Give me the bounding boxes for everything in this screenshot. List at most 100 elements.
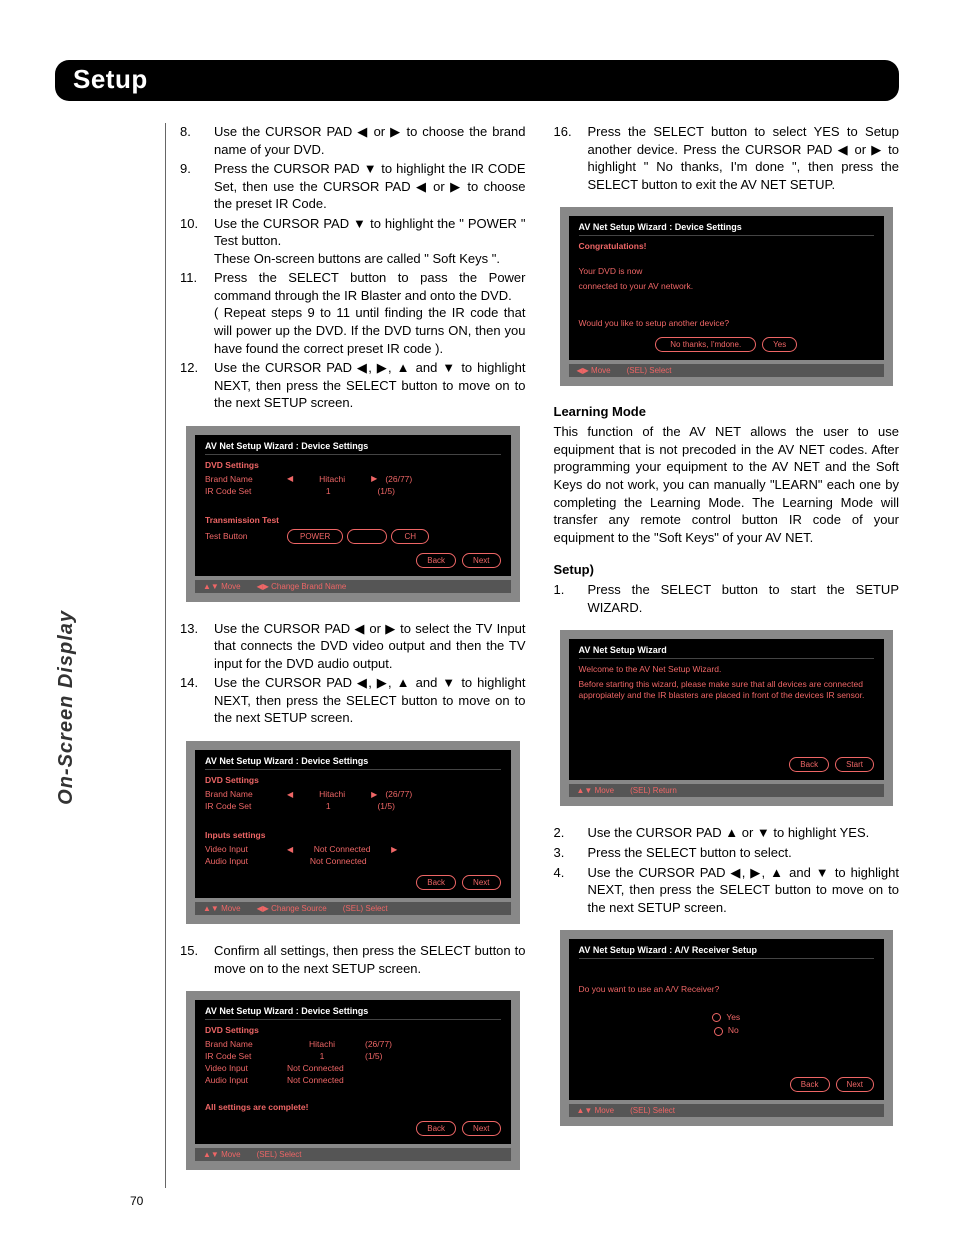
heading-learning-mode: Learning Mode	[554, 404, 900, 419]
osd-label: Brand Name	[205, 474, 283, 484]
osd-value: Not Connected	[287, 1063, 501, 1073]
step-item: 10.Use the CURSOR PAD ▼ to highlight the…	[180, 215, 526, 268]
step-num: 16.	[554, 123, 580, 193]
step-text: Press the SELECT button to select YES to…	[588, 123, 900, 193]
step-num: 9.	[180, 160, 206, 213]
osd-footer: ▲▼ Move ◀▶ Change Source (SEL) Select	[195, 902, 511, 915]
osd-title: AV Net Setup Wizard	[579, 645, 875, 659]
osd-value: Hitachi	[297, 474, 367, 484]
heading-setup: Setup)	[554, 562, 900, 577]
page: Setup On-Screen Display 8.Use the CURSOR…	[0, 0, 954, 1228]
step-text: Press the SELECT button to select.	[588, 844, 900, 862]
steps-list: 16. Press the SELECT button to select YES…	[554, 123, 900, 193]
steps-list: 8.Use the CURSOR PAD ◀ or ▶ to choose th…	[180, 123, 526, 412]
osd-label: Video Input	[205, 1063, 283, 1073]
footer-return: (SEL) Return	[630, 786, 677, 795]
osd-label: IR Code Set	[205, 801, 283, 811]
osd-row-ircode: IR Code Set 1 (1/5)	[205, 485, 501, 497]
osd-instructions: Before starting this wizard, please make…	[579, 679, 875, 701]
osd-label: Test Button	[205, 531, 283, 541]
osd-value: Hitachi	[287, 1039, 357, 1049]
osd-title: AV Net Setup Wizard : Device Settings	[579, 222, 875, 236]
osd-label: Audio Input	[205, 1075, 283, 1085]
osd-index: (1/5)	[373, 801, 500, 811]
osd-label: Audio Input	[205, 856, 283, 866]
osd-value: 1	[287, 1051, 357, 1061]
spacer	[367, 486, 369, 495]
step-text: Press the SELECT button to start the SET…	[588, 581, 900, 616]
step-item: 1.Press the SELECT button to start the S…	[554, 581, 900, 616]
step-num: 14.	[180, 674, 206, 727]
steps-list: 13.Use the CURSOR PAD ◀ or ▶ to select t…	[180, 620, 526, 727]
no-thanks-button[interactable]: No thanks, I'mdone.	[655, 337, 756, 352]
osd-subheading: Transmission Test	[205, 515, 501, 525]
next-button[interactable]: Next	[836, 1077, 874, 1092]
footer-change: ◀▶ Change Brand Name	[257, 582, 347, 591]
footer-move: ◀▶ Move	[577, 366, 611, 375]
footer-select: (SEL) Select	[343, 904, 388, 913]
step-text: Press the CURSOR PAD ▼ to highlight the …	[214, 160, 526, 213]
osd-index: (26/77)	[381, 474, 500, 484]
radio-icon	[714, 1027, 723, 1036]
step-num: 12.	[180, 359, 206, 412]
osd-title: AV Net Setup Wizard : A/V Receiver Setup	[579, 945, 875, 959]
step-num: 2.	[554, 824, 580, 842]
osd-line: Your DVD is now	[579, 266, 875, 277]
step-num: 3.	[554, 844, 580, 862]
osd-subheading: Inputs settings	[205, 830, 501, 840]
page-number: 70	[130, 1194, 143, 1208]
learning-mode-body: This function of the AV NET allows the u…	[554, 423, 900, 546]
footer-move: ▲▼ Move	[203, 582, 241, 591]
next-button[interactable]: Next	[462, 553, 500, 568]
osd-device-settings-2: AV Net Setup Wizard : Device Settings DV…	[186, 741, 520, 924]
osd-congrats: AV Net Setup Wizard : Device Settings Co…	[560, 207, 894, 386]
step-num: 8.	[180, 123, 206, 158]
power-softkey[interactable]: POWER	[287, 529, 343, 544]
next-button[interactable]: Next	[462, 875, 500, 890]
osd-label: Brand Name	[205, 789, 283, 799]
footer-select: (SEL) Select	[630, 1106, 675, 1115]
left-column: 8.Use the CURSOR PAD ◀ or ▶ to choose th…	[180, 123, 526, 1188]
left-arrow-icon: ◀	[287, 474, 293, 483]
step-text: Use the CURSOR PAD ◀ or ▶ to choose the …	[214, 123, 526, 158]
osd-label: Brand Name	[205, 1039, 283, 1049]
back-button[interactable]: Back	[790, 1077, 830, 1092]
footer-move: ▲▼ Move	[577, 1106, 615, 1115]
footer-move: ▲▼ Move	[203, 1150, 241, 1159]
osd-congrats-line: Congratulations!	[579, 241, 875, 252]
radio-yes[interactable]: Yes	[579, 1012, 875, 1022]
step-text: Use the CURSOR PAD ▲ or ▼ to highlight Y…	[588, 824, 900, 842]
footer-move: ▲▼ Move	[577, 786, 615, 795]
ch-softkey[interactable]: CH	[391, 529, 429, 544]
content-columns: 8.Use the CURSOR PAD ◀ or ▶ to choose th…	[165, 123, 899, 1188]
step-item: 15.Confirm all settings, then press the …	[180, 942, 526, 977]
osd-row-test: Test Button POWER CH	[205, 528, 501, 545]
osd-index: (1/5)	[373, 486, 500, 496]
back-button[interactable]: Back	[416, 1121, 456, 1136]
yes-button[interactable]: Yes	[762, 337, 797, 352]
step-text: Use the CURSOR PAD ◀ or ▶ to select the …	[214, 620, 526, 673]
step-item: 12. Use the CURSOR PAD ◀, ▶, ▲ and ▼ to h…	[180, 359, 526, 412]
osd-subheading: DVD Settings	[205, 460, 501, 470]
back-button[interactable]: Back	[789, 757, 829, 772]
step-item: 14.Use the CURSOR PAD ◀, ▶, ▲ and ▼ to h…	[180, 674, 526, 727]
step-item: 4.Use the CURSOR PAD ◀, ▶, ▲ and ▼ to hi…	[554, 864, 900, 917]
back-button[interactable]: Back	[416, 875, 456, 890]
back-button[interactable]: Back	[416, 553, 456, 568]
step-item: 8.Use the CURSOR PAD ◀ or ▶ to choose th…	[180, 123, 526, 158]
start-button[interactable]: Start	[835, 757, 874, 772]
next-button[interactable]: Next	[462, 1121, 500, 1136]
osd-welcome: Welcome to the AV Net Setup Wizard.	[579, 664, 875, 675]
step-num: 11.	[180, 269, 206, 357]
osd-title: AV Net Setup Wizard : Device Settings	[205, 441, 501, 455]
left-arrow-icon: ◀	[287, 845, 293, 854]
steps-list: 2. Use the CURSOR PAD ▲ or ▼ to highlight…	[554, 824, 900, 916]
step-text: Use the CURSOR PAD ◀, ▶, ▲ and ▼ to high…	[214, 359, 526, 412]
step-item: 9.Press the CURSOR PAD ▼ to highlight th…	[180, 160, 526, 213]
osd-label: IR Code Set	[205, 1051, 283, 1061]
radio-no[interactable]: No	[579, 1025, 875, 1035]
radio-icon	[712, 1013, 721, 1022]
blank-softkey[interactable]	[347, 529, 387, 544]
steps-list: 15.Confirm all settings, then press the …	[180, 942, 526, 977]
osd-setup-wizard: AV Net Setup Wizard Welcome to the AV Ne…	[560, 630, 894, 806]
